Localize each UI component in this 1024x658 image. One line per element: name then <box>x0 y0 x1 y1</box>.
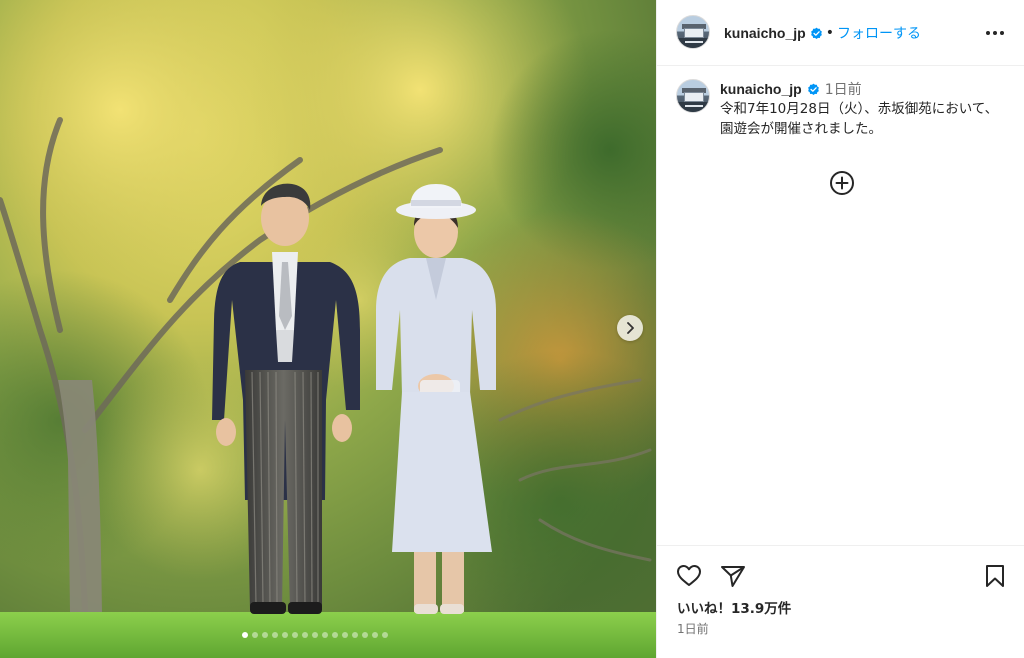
post-side-panel: kunaicho_jp • フォローする kunaicho_jp 1日前 令和7… <box>656 0 1024 658</box>
post-timestamp[interactable]: 1日前 <box>677 620 709 637</box>
caption-username[interactable]: kunaicho_jp <box>720 81 802 97</box>
carousel-dot <box>282 632 288 638</box>
caption-user-line: kunaicho_jp 1日前 <box>720 79 1010 99</box>
caption: kunaicho_jp 1日前 令和7年10月28日（火）、赤坂御苑において、園… <box>720 79 1010 139</box>
caption-time[interactable]: 1日前 <box>825 79 862 99</box>
carousel-dot <box>362 632 368 638</box>
header-username[interactable]: kunaicho_jp <box>724 25 806 41</box>
post-header: kunaicho_jp • フォローする <box>657 0 1024 66</box>
carousel-dot <box>372 632 378 638</box>
caption-avatar[interactable] <box>676 79 710 113</box>
bookmark-icon[interactable] <box>981 562 1009 590</box>
carousel-dot <box>382 632 388 638</box>
carousel-dot <box>242 632 248 638</box>
verified-badge-icon <box>807 83 819 95</box>
follow-button[interactable]: フォローする <box>837 23 921 43</box>
carousel-dot <box>322 632 328 638</box>
plus-circle-icon[interactable] <box>829 170 855 196</box>
carousel-dot <box>312 632 318 638</box>
paper-plane-icon[interactable] <box>719 562 747 590</box>
like-count[interactable]: いいね！13.9万件 <box>677 597 791 617</box>
more-options-icon[interactable] <box>983 23 1007 43</box>
photo-scene <box>0 0 656 658</box>
caption-text: 令和7年10月28日（火）、赤坂御苑において、園遊会が開催されました。 <box>720 101 999 137</box>
carousel-next-button[interactable] <box>617 315 643 341</box>
carousel-dot <box>332 632 338 638</box>
header-user-line: kunaicho_jp • フォローする <box>724 23 921 43</box>
carousel-indicator <box>242 632 388 638</box>
verified-badge-icon <box>810 27 822 39</box>
carousel-dot <box>352 632 358 638</box>
carousel-dot <box>342 632 348 638</box>
separator-dot: • <box>825 25 834 41</box>
carousel-dot <box>262 632 268 638</box>
carousel-dot <box>292 632 298 638</box>
heart-icon[interactable] <box>675 562 703 590</box>
chevron-right-icon <box>627 322 634 334</box>
post-actions: いいね！13.9万件 1日前 <box>657 545 1024 658</box>
avatar[interactable] <box>676 15 710 49</box>
carousel-dot <box>272 632 278 638</box>
carousel-dot <box>252 632 258 638</box>
post-photo <box>0 0 656 658</box>
carousel-dot <box>302 632 308 638</box>
